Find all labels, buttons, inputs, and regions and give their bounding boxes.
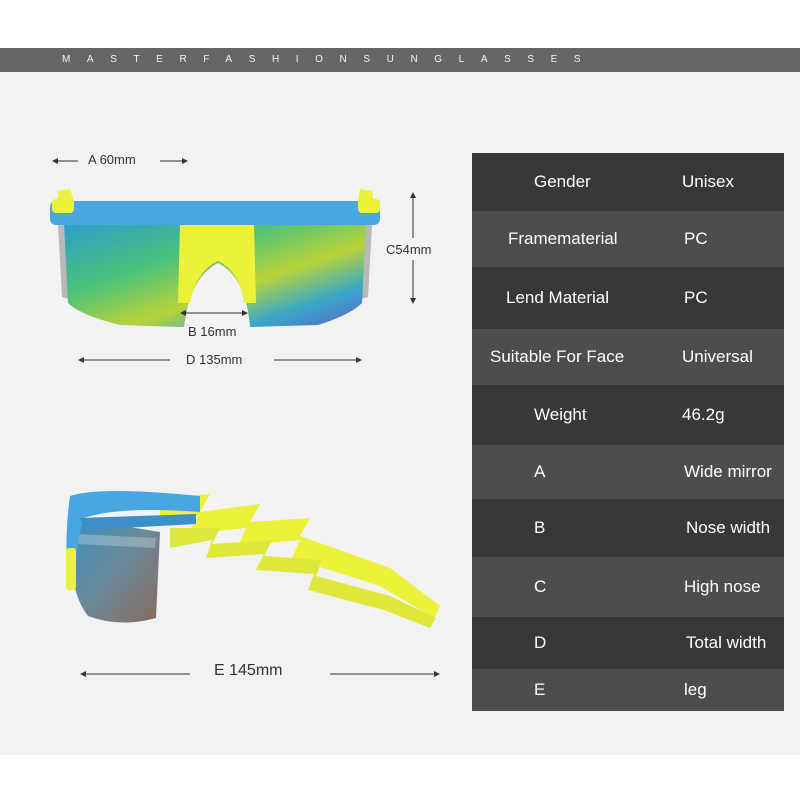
spec-row: Suitable For Face Universal bbox=[472, 329, 784, 385]
spec-value: leg bbox=[684, 680, 707, 699]
spec-row: D Total width bbox=[472, 617, 784, 669]
spec-value: PC bbox=[684, 229, 708, 248]
spec-value: 46.2g bbox=[682, 405, 725, 424]
dimension-e-label: E 145mm bbox=[214, 662, 283, 679]
spec-key: E bbox=[534, 680, 546, 699]
spec-row: C High nose bbox=[472, 557, 784, 617]
dimension-a-arrows bbox=[52, 158, 188, 164]
spec-key: Suitable For Face bbox=[490, 347, 625, 366]
spec-row: Lend Material PC bbox=[472, 267, 784, 329]
dimension-d-label: D 135mm bbox=[186, 352, 243, 367]
brand-banner: MASTERFASHIONSUNGLASSES bbox=[0, 48, 800, 72]
top-margin bbox=[0, 0, 800, 48]
spec-key: A bbox=[534, 462, 546, 481]
spec-key: C bbox=[534, 577, 547, 596]
spec-value: Total width bbox=[686, 633, 767, 652]
spec-key: Gender bbox=[534, 172, 591, 191]
spec-value: PC bbox=[684, 288, 708, 307]
spec-key: Framematerial bbox=[508, 229, 618, 248]
spec-key: B bbox=[534, 518, 546, 537]
spec-key: Weight bbox=[534, 405, 587, 424]
spec-value: Nose width bbox=[686, 518, 771, 537]
dimension-b-arrow bbox=[180, 310, 248, 316]
spec-key: D bbox=[534, 633, 547, 652]
spec-row: Weight 46.2g bbox=[472, 385, 784, 445]
spec-row: Gender Unisex bbox=[472, 153, 784, 211]
spec-row: E leg bbox=[472, 669, 784, 711]
spec-row: Framematerial PC bbox=[472, 211, 784, 267]
bottom-margin bbox=[0, 755, 800, 800]
spec-row: B Nose width bbox=[472, 499, 784, 557]
sunglasses-side-image bbox=[66, 491, 440, 628]
spec-table: Gender Unisex Framematerial PC Lend Mate… bbox=[472, 153, 784, 711]
dimension-c-arrows bbox=[410, 192, 416, 304]
spec-value: High nose bbox=[684, 577, 761, 596]
spec-value: Wide mirror bbox=[684, 462, 772, 481]
dimension-b-label: B 16mm bbox=[188, 324, 237, 339]
spec-value: Universal bbox=[682, 347, 753, 366]
spec-key: Lend Material bbox=[506, 288, 610, 307]
spec-value: Unisex bbox=[682, 172, 734, 191]
spec-row: A Wide mirror bbox=[472, 445, 784, 499]
